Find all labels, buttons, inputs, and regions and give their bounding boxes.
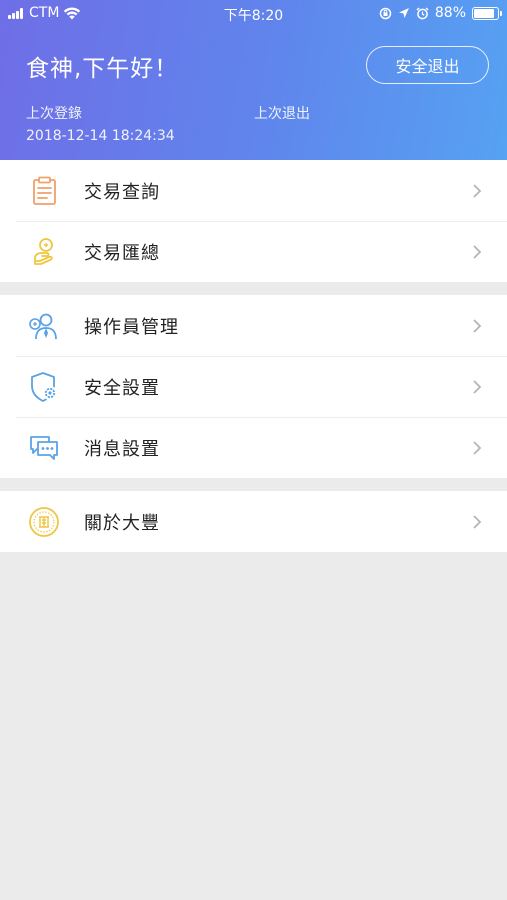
menu-label: 交易匯總	[84, 242, 160, 264]
location-arrow-icon	[398, 8, 409, 18]
last-logout-label: 上次退出	[254, 106, 310, 122]
bank-seal-icon	[29, 507, 59, 537]
chevron-right-icon	[473, 515, 482, 529]
logout-button[interactable]: 安全退出	[366, 46, 489, 84]
battery-level	[474, 8, 495, 18]
rotation-lock-icon	[379, 7, 392, 19]
battery-icon	[472, 6, 502, 20]
clipboard-icon	[33, 176, 56, 205]
status-right: 88%	[379, 5, 502, 21]
menu-item-transaction-query[interactable]: 交易查詢	[0, 160, 507, 221]
battery-percent: 88%	[434, 5, 466, 21]
menu-label: 關於大豐	[84, 512, 160, 534]
last-login-label: 上次登錄	[26, 106, 82, 122]
menu-label: 消息設置	[84, 438, 160, 460]
menu-group-settings: 操作員管理 安全設置 消息設置	[0, 295, 507, 478]
menu-label: 交易查詢	[84, 181, 160, 203]
chevron-right-icon	[473, 319, 482, 333]
chevron-right-icon	[473, 184, 482, 198]
shield-gear-icon	[31, 372, 57, 402]
chevron-right-icon	[473, 245, 482, 259]
chevron-right-icon	[473, 380, 482, 394]
chevron-right-icon	[473, 441, 482, 455]
menu-item-operator-management[interactable]: 操作員管理	[0, 295, 507, 356]
greeting-text: 食神,下午好！	[26, 56, 179, 82]
menu-label: 操作員管理	[84, 316, 179, 338]
menu-item-about[interactable]: 關於大豐	[0, 491, 507, 552]
profile-header: CTM 下午8:20 88% 食神,下午好！ 安全退出 上次登錄 2018-12…	[0, 0, 507, 160]
menu-label: 安全設置	[84, 377, 160, 399]
operator-icon	[29, 313, 57, 340]
status-bar: CTM 下午8:20 88%	[0, 0, 507, 28]
coins-chart-icon	[34, 238, 53, 265]
menu-item-message-settings[interactable]: 消息設置	[0, 417, 507, 478]
menu-group-transactions: 交易查詢 交易匯總	[0, 160, 507, 282]
last-login-value: 2018-12-14 18:24:34	[26, 128, 175, 144]
menu-group-about: 關於大豐	[0, 491, 507, 552]
menu-item-transaction-summary[interactable]: 交易匯總	[0, 221, 507, 282]
chat-bubbles-icon	[30, 436, 58, 460]
alarm-icon	[416, 6, 429, 19]
menu-item-security-settings[interactable]: 安全設置	[0, 356, 507, 417]
